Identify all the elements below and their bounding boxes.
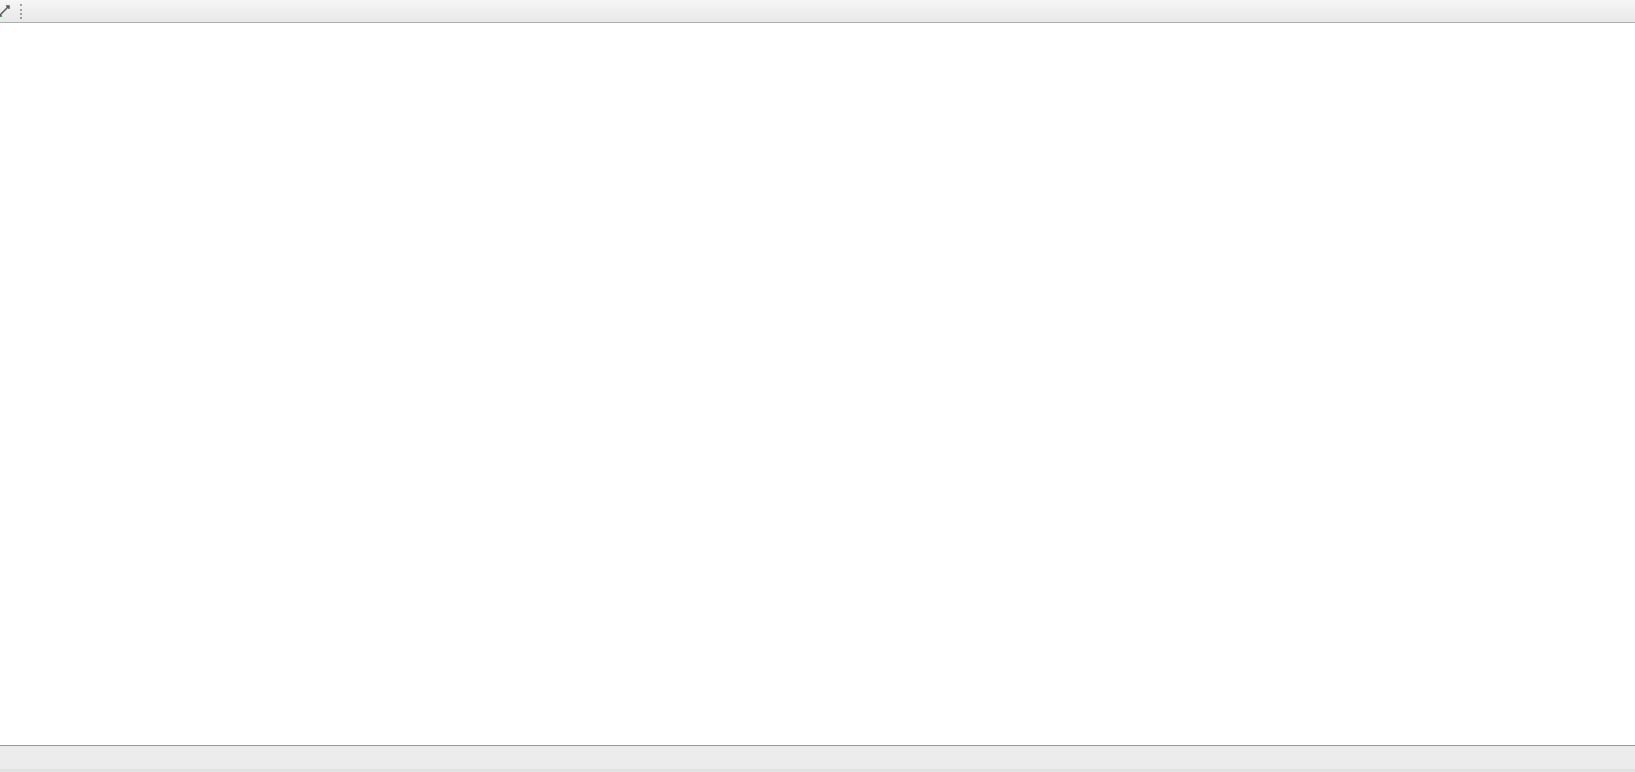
timeframe-toolbar (0, 0, 1635, 23)
chart-surface[interactable] (0, 0, 1635, 745)
symbol-tab-bar (0, 745, 1635, 769)
toolbar-grip (20, 3, 22, 19)
crosshair-tool-icon[interactable] (0, 3, 12, 19)
